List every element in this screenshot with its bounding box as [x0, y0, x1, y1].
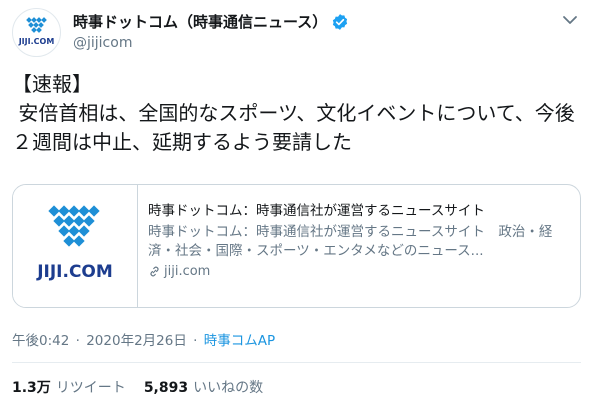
- avatar-logo-text: JIJI.COM: [18, 37, 55, 46]
- author-name-row: 時事ドットコム（時事通信ニュース）: [73, 11, 349, 32]
- verified-badge-icon: [333, 13, 348, 30]
- handle[interactable]: @jijicom: [73, 35, 132, 51]
- meta-separator: ·: [75, 333, 80, 349]
- card-body: 時事ドットコム：時事通信社が運営するニュースサイト 時事ドットコム：時事通信社が…: [138, 185, 580, 307]
- engagement-stats: 1.3万 リツイート 5,893 いいねの数: [12, 377, 281, 397]
- display-name[interactable]: 時事ドットコム（時事通信ニュース）: [73, 11, 327, 32]
- divider: [12, 362, 581, 363]
- tweet-date[interactable]: 2020年2月26日: [86, 333, 187, 349]
- card-description: 時事ドットコム：時事通信社が運営するニュースサイト 政治・経済・社会・国際・スポ…: [148, 224, 553, 259]
- like-stat[interactable]: 5,893 いいねの数: [144, 377, 263, 397]
- like-label: いいねの数: [193, 380, 264, 396]
- card-logo-text: JIJI.COM: [36, 262, 113, 282]
- chevron-down-icon[interactable]: [560, 10, 580, 30]
- link-card[interactable]: JIJI.COM 時事ドットコム：時事通信社が運営するニュースサイト 時事ドット…: [12, 184, 581, 308]
- retweet-stat[interactable]: 1.3万 リツイート: [12, 377, 126, 397]
- tweet-text: 【速報】 安倍首相は、全国的なスポーツ、文化イベントについて、今後２週間は中止、…: [12, 72, 575, 154]
- card-domain: jiji.com: [164, 264, 211, 279]
- link-icon: [150, 266, 159, 277]
- card-domain-row: jiji.com: [148, 264, 580, 279]
- tweet-time[interactable]: 午後0:42: [12, 333, 69, 349]
- jiji-logo-icon: JIJI.COM: [18, 17, 55, 46]
- card-image: JIJI.COM: [13, 185, 138, 307]
- tweet-meta: 午後0:42 · 2020年2月26日 · 時事コムAP: [12, 329, 275, 349]
- avatar[interactable]: JIJI.COM: [12, 8, 61, 57]
- like-count: 5,893: [143, 380, 189, 396]
- retweet-label: リツイート: [55, 380, 126, 396]
- card-title: 時事ドットコム：時事通信社が運営するニュースサイト: [148, 203, 485, 219]
- jiji-logo-icon: JIJI.COM: [36, 205, 113, 282]
- meta-separator: ·: [193, 333, 198, 349]
- retweet-count: 1.3万: [12, 380, 51, 396]
- tweet-source-link[interactable]: 時事コムAP: [204, 333, 275, 349]
